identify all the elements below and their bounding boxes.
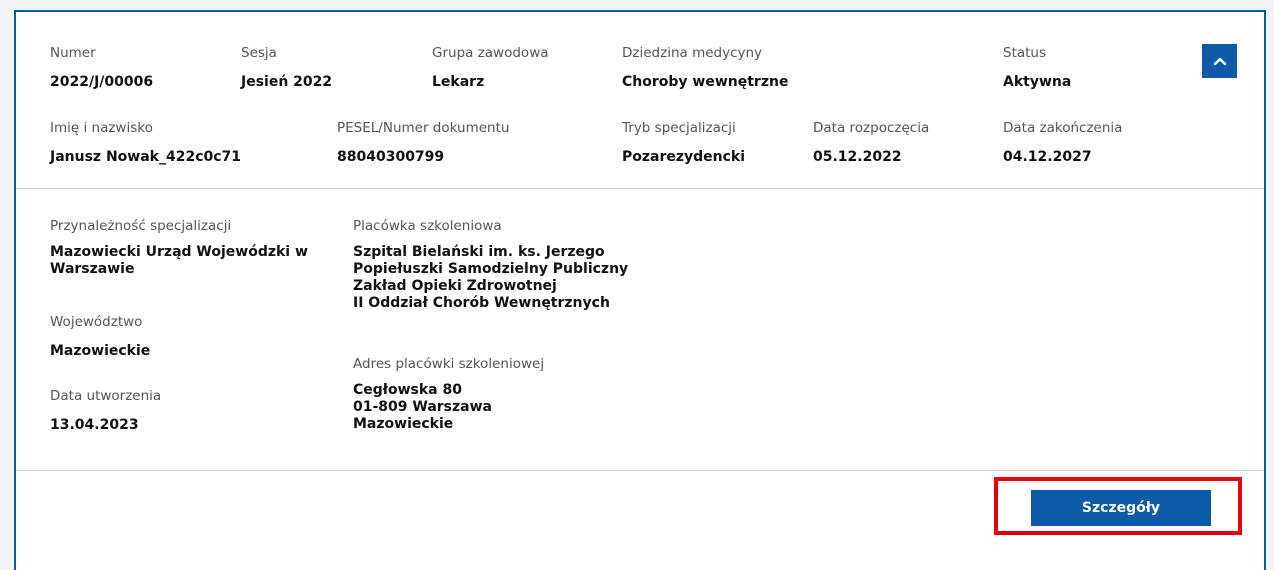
field-sesja: Sesja Jesień 2022 — [241, 44, 332, 91]
field-label: Tryb specjalizacji — [622, 120, 736, 136]
field-data-zakonczenia: Data zakończenia 04.12.2027 — [1003, 119, 1122, 166]
address-line: Szpital Bielański im. ks. Jerzego — [353, 244, 605, 260]
field-value: Lekarz — [432, 74, 485, 90]
field-label: Dziedzina medycyny — [622, 45, 763, 61]
field-label: Placówka szkoleniowa — [353, 218, 502, 234]
field-adres-placowki: Adres placówki szkoleniowej Cegłowska 80… — [353, 355, 544, 433]
address-line: Mazowieckie — [353, 416, 454, 432]
field-value: 88040300799 — [337, 149, 445, 165]
field-value: Cegłowska 80 01-809 Warszawa Mazowieckie — [353, 382, 544, 433]
field-label: Imię i nazwisko — [50, 120, 153, 136]
chevron-up-icon — [1213, 54, 1227, 69]
field-value: Pozarezydencki — [622, 149, 746, 165]
field-pesel: PESEL/Numer dokumentu 88040300799 — [337, 119, 509, 166]
details-button[interactable]: Szczegóły — [1031, 490, 1211, 526]
status-badge: Aktywna — [1003, 74, 1072, 90]
field-label: Przynależność specjalizacji — [50, 218, 232, 234]
field-value: Szpital Bielański im. ks. Jerzego Popieł… — [353, 244, 628, 312]
collapse-button[interactable] — [1202, 44, 1237, 78]
divider — [16, 188, 1264, 189]
field-imie-nazwisko: Imię i nazwisko Janusz Nowak_422c0c71 — [50, 119, 241, 166]
field-label: Data rozpoczęcia — [813, 120, 930, 136]
field-value: Mazowiecki Urząd Wojewódzki w Warszawie — [50, 244, 308, 277]
field-value: 13.04.2023 — [50, 417, 139, 433]
field-placowka-szkoleniowa: Placówka szkoleniowa Szpital Bielański i… — [353, 217, 628, 312]
field-tryb-specjalizacji: Tryb specjalizacji Pozarezydencki — [622, 119, 745, 166]
field-label: Numer — [50, 45, 96, 61]
field-value: Mazowieckie — [50, 343, 151, 359]
field-label: Data utworzenia — [50, 388, 162, 404]
field-value: 2022/J/00006 — [50, 74, 154, 90]
field-value: Janusz Nowak_422c0c71 — [50, 149, 242, 165]
specialization-card: Numer 2022/J/00006 Sesja Jesień 2022 Gru… — [14, 10, 1266, 570]
field-status: Status Aktywna — [1003, 44, 1071, 91]
field-label: Sesja — [241, 45, 277, 61]
field-label: Data zakończenia — [1003, 120, 1123, 136]
address-line: Cegłowska 80 — [353, 382, 462, 398]
field-label: Grupa zawodowa — [432, 45, 549, 61]
field-value: 05.12.2022 — [813, 149, 902, 165]
divider — [16, 470, 1264, 471]
field-przynaleznosc: Przynależność specjalizacji Mazowiecki U… — [50, 217, 310, 278]
address-line: Popiełuszki Samodzielny Publiczny — [353, 261, 629, 277]
field-label: Województwo — [50, 314, 143, 330]
address-line: Zakład Opieki Zdrowotnej — [353, 278, 557, 294]
field-dziedzina-medycyny: Dziedzina medycyny Choroby wewnętrzne — [622, 44, 788, 91]
address-line: 01-809 Warszawa — [353, 399, 492, 415]
field-value: Jesień 2022 — [241, 74, 333, 90]
field-numer: Numer 2022/J/00006 — [50, 44, 153, 91]
field-data-utworzenia: Data utworzenia 13.04.2023 — [50, 387, 161, 434]
field-grupa-zawodowa: Grupa zawodowa Lekarz — [432, 44, 549, 91]
field-value: Choroby wewnętrzne — [622, 74, 789, 90]
field-value: 04.12.2027 — [1003, 149, 1092, 165]
field-label: Adres placówki szkoleniowej — [353, 356, 545, 372]
field-wojewodztwo: Województwo Mazowieckie — [50, 313, 150, 360]
address-line: II Oddział Chorób Wewnętrznych — [353, 295, 610, 311]
field-label: PESEL/Numer dokumentu — [337, 120, 510, 136]
field-label: Status — [1003, 45, 1047, 61]
field-data-rozpoczecia: Data rozpoczęcia 05.12.2022 — [813, 119, 929, 166]
